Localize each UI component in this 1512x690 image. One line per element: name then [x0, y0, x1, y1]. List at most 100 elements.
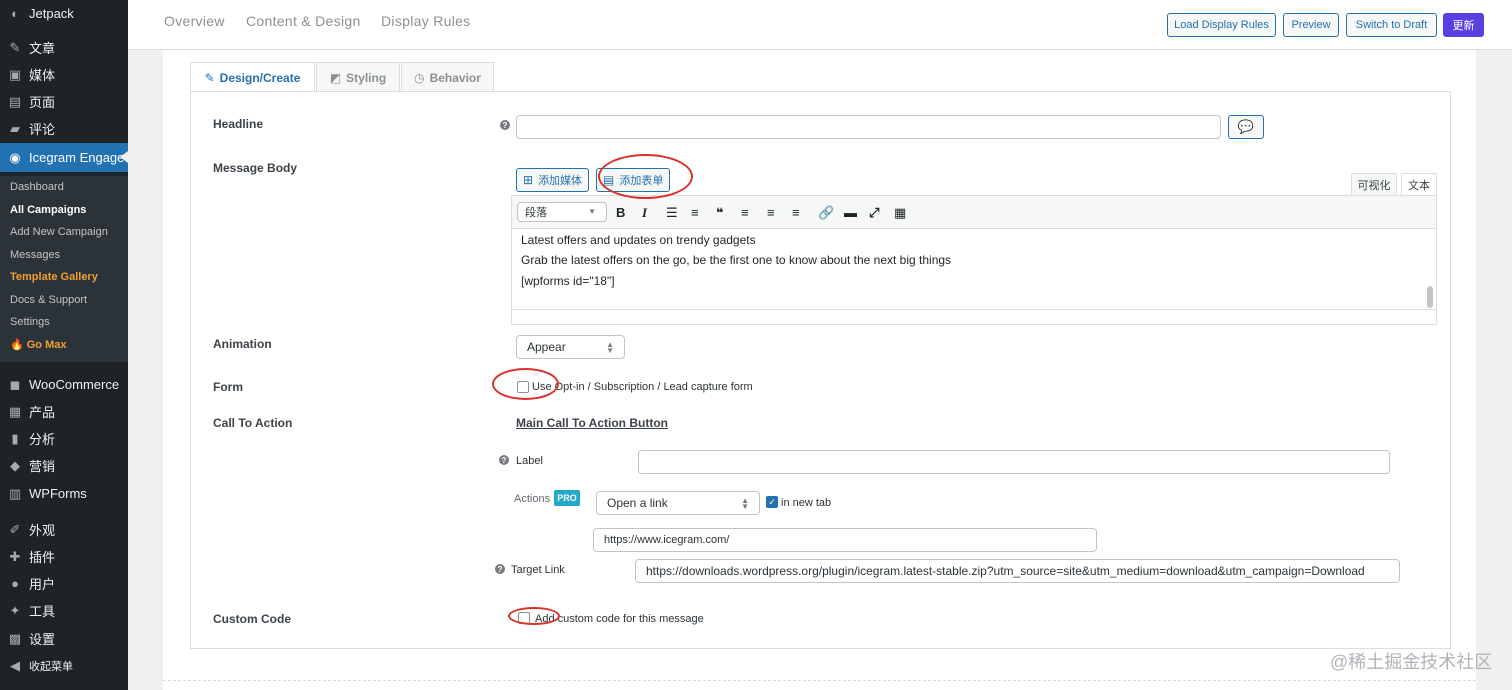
analytics-icon: ▮	[11, 430, 19, 446]
tab-content-design[interactable]: Content & Design	[246, 13, 361, 29]
animation-value: Appear	[527, 340, 566, 354]
sidebar-item-jetpack[interactable]: ◐ Jetpack	[0, 0, 128, 27]
icegram-submenu: Dashboard All Campaigns Add New Campaign…	[0, 176, 128, 362]
comment-icon: ▰	[10, 120, 20, 136]
tab-styling[interactable]: ◩ Styling	[316, 62, 400, 92]
editor-toolbar: 段落 ▼ B I ☰ ≡ ❝ ≡ ≡ ≡ 🔗 ▬ ⤢ ▦	[512, 196, 1436, 229]
sidebar-item-tools[interactable]: ✦ 工具	[0, 597, 128, 624]
sidebar-item-analytics[interactable]: ▮ 分析	[0, 425, 128, 452]
help-icon[interactable]: ?	[499, 455, 509, 465]
submenu-template-gallery[interactable]: Template Gallery	[10, 271, 98, 283]
tab-behavior[interactable]: ◷ Behavior	[401, 62, 494, 92]
custom-code-checkbox-label: Add custom code for this message	[535, 613, 704, 625]
tab-display-rules[interactable]: Display Rules	[381, 13, 471, 29]
sidebar-item-label: 产品	[29, 405, 56, 420]
action-url-input[interactable]: https://www.icegram.com/	[593, 528, 1097, 552]
sidebar-collapse-menu[interactable]: ◀ 收起菜单	[0, 652, 128, 679]
headline-label: Headline	[213, 117, 264, 131]
sidebar-item-label: 评论	[29, 122, 56, 137]
update-button[interactable]: 更新	[1443, 13, 1484, 37]
cta-label-label: Label	[516, 455, 543, 467]
read-more-icon[interactable]: ▬	[844, 205, 857, 220]
main-cta-link[interactable]: Main Call To Action Button	[516, 416, 668, 430]
optin-checkbox[interactable]	[517, 381, 529, 393]
custom-code-checkbox[interactable]	[518, 612, 530, 624]
campaign-topbar: Overview Content & Design Display Rules …	[128, 0, 1512, 50]
actions-label: Actions	[514, 493, 551, 505]
italic-icon[interactable]: I	[642, 205, 647, 221]
message-body-editor[interactable]: 段落 ▼ B I ☰ ≡ ❝ ≡ ≡ ≡ 🔗 ▬ ⤢ ▦ Latest offer…	[511, 195, 1437, 325]
sidebar-item-products[interactable]: ▦ 产品	[0, 398, 128, 425]
bold-icon[interactable]: B	[616, 205, 625, 220]
align-center-icon[interactable]: ≡	[767, 205, 775, 220]
button-label: 添加表单	[619, 175, 664, 187]
animation-select[interactable]: Appear ▲ ▼	[516, 335, 625, 359]
page-icon: ▤	[8, 93, 22, 109]
product-icon: ▦	[8, 403, 22, 419]
cta-label-input[interactable]	[638, 450, 1390, 474]
edit-icon: ✎	[204, 71, 215, 85]
add-form-button[interactable]: ▤ 添加表单	[596, 168, 671, 192]
switch-to-draft-button[interactable]: Switch to Draft	[1346, 13, 1437, 37]
submenu-docs-support[interactable]: Docs & Support	[10, 294, 87, 306]
sidebar-item-pages[interactable]: ▤ 页面	[0, 88, 128, 115]
preview-button[interactable]: Preview	[1283, 13, 1339, 37]
speech-bubble-button[interactable]: 💬	[1228, 115, 1264, 139]
sidebar-item-label: Jetpack	[29, 6, 74, 21]
form-label: Form	[213, 380, 243, 394]
editor-scrollbar[interactable]	[1427, 286, 1433, 308]
format-select[interactable]: 段落 ▼	[517, 202, 607, 222]
numbered-list-icon[interactable]: ≡	[691, 205, 699, 220]
headline-input[interactable]	[516, 115, 1221, 139]
sidebar-item-plugins[interactable]: ✚ 插件	[0, 543, 128, 570]
load-display-rules-button[interactable]: Load Display Rules	[1167, 13, 1276, 37]
fullscreen-icon[interactable]: ⤢	[869, 205, 879, 221]
submenu-messages[interactable]: Messages	[10, 249, 60, 261]
submenu-dashboard[interactable]: Dashboard	[10, 181, 64, 193]
link-icon[interactable]: 🔗	[818, 205, 834, 221]
blockquote-icon[interactable]: ❝	[716, 205, 724, 221]
submenu-settings[interactable]: Settings	[10, 316, 50, 328]
body-line: Grab the latest offers on the go, be the…	[521, 253, 952, 267]
submenu-add-new-campaign[interactable]: Add New Campaign	[10, 226, 108, 238]
add-media-button[interactable]: ⊞ 添加媒体	[516, 168, 590, 192]
tab-overview[interactable]: Overview	[164, 13, 225, 29]
sidebar-item-label: 文章	[29, 41, 56, 56]
sidebar-item-appearance[interactable]: ✐ 外观	[0, 516, 128, 543]
form-icon: ▤	[603, 173, 615, 187]
help-icon[interactable]: ?	[495, 564, 505, 574]
align-right-icon[interactable]: ≡	[792, 205, 800, 220]
sidebar-item-label: WPForms	[29, 486, 87, 501]
animation-label: Animation	[213, 337, 272, 351]
submenu-go-max[interactable]: 🔥 Go Max	[10, 338, 66, 351]
sidebar-item-wpforms[interactable]: ▥ WPForms	[0, 480, 128, 507]
sidebar-item-users[interactable]: ● 用户	[0, 570, 128, 597]
tab-design-create[interactable]: ✎ Design/Create	[190, 62, 315, 93]
sidebar-item-woocommerce[interactable]: ◼ WooCommerce	[0, 371, 128, 398]
sidebar-item-label: 外观	[29, 523, 56, 538]
woocommerce-icon: ◼	[9, 376, 21, 392]
sidebar-item-label: 营销	[29, 459, 56, 474]
action-select[interactable]: Open a link ▲ ▼	[596, 491, 760, 515]
new-tab-label: in new tab	[781, 497, 832, 509]
help-icon[interactable]: ?	[500, 120, 510, 130]
button-label: 添加媒体	[538, 175, 583, 187]
sidebar-item-media[interactable]: ▣ 媒体	[0, 61, 128, 88]
sidebar-item-marketing[interactable]: ◆ 营销	[0, 452, 128, 479]
tab-label: Behavior	[429, 70, 481, 85]
bullet-list-icon[interactable]: ☰	[666, 205, 678, 221]
new-tab-checkbox[interactable]: ✓	[766, 496, 778, 508]
tab-text[interactable]: 文本	[1401, 173, 1437, 195]
tab-visual[interactable]: 可视化	[1351, 173, 1397, 195]
sidebar-item-posts[interactable]: ✎ 文章	[0, 34, 128, 61]
body-line: Latest offers and updates on trendy gadg…	[521, 233, 756, 247]
message-body-label: Message Body	[213, 161, 298, 175]
icegram-icon: ◉	[9, 149, 21, 165]
toolbar-toggle-icon[interactable]: ▦	[894, 205, 906, 221]
target-link-input[interactable]: https://downloads.wordpress.org/plugin/i…	[635, 559, 1400, 583]
sidebar-item-icegram[interactable]: ◉ Icegram Engage	[0, 143, 128, 172]
submenu-all-campaigns[interactable]: All Campaigns	[10, 204, 86, 216]
align-left-icon[interactable]: ≡	[741, 205, 749, 220]
sidebar-item-settings[interactable]: ▩ 设置	[0, 625, 128, 652]
sidebar-item-comments[interactable]: ▰ 评论	[0, 115, 128, 142]
